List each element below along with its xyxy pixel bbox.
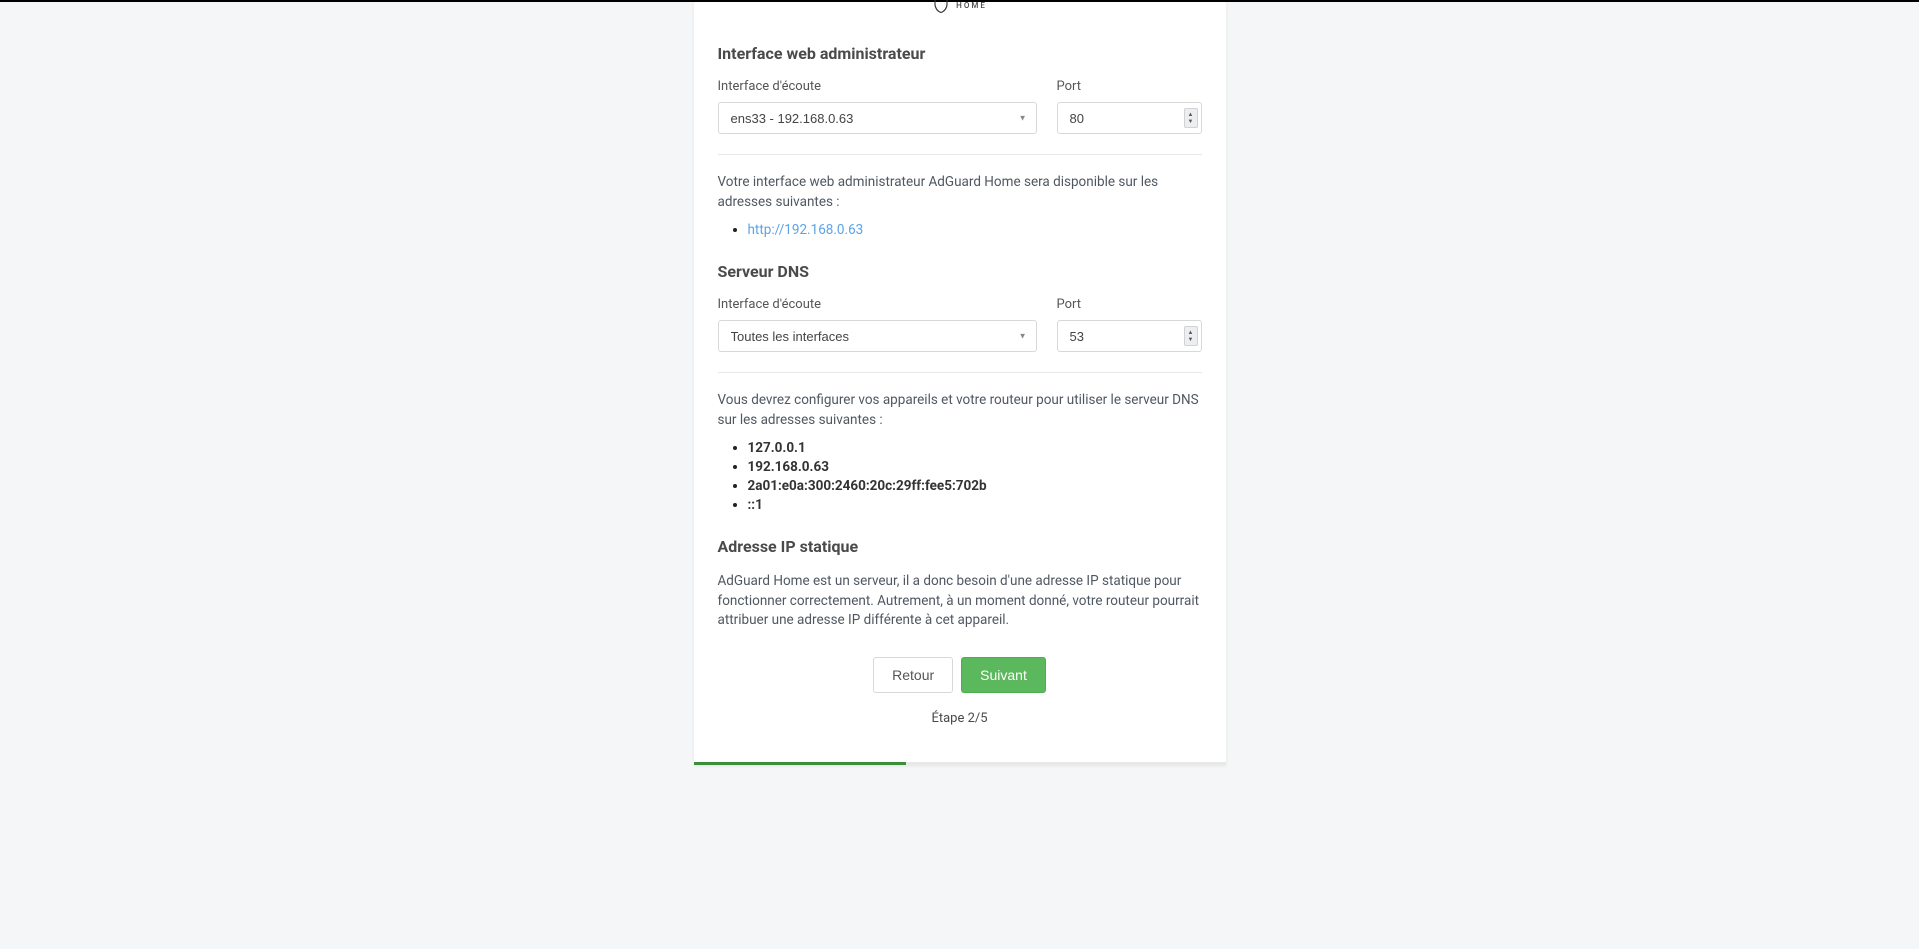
web-address-link[interactable]: http://192.168.0.63 <box>748 222 864 238</box>
web-interface-select[interactable] <box>718 102 1037 134</box>
dns-interface-label: Interface d'écoute <box>718 297 1037 312</box>
dns-port-label: Port <box>1057 297 1202 312</box>
logo: HOME <box>932 2 987 14</box>
web-port-input[interactable] <box>1057 102 1202 134</box>
web-info-text: Votre interface web administrateur AdGua… <box>718 173 1202 212</box>
logo-text: HOME <box>956 2 987 11</box>
button-row: Retour Suivant <box>718 657 1202 693</box>
logo-area: HOME <box>694 2 1226 26</box>
web-address-list: http://192.168.0.63 <box>718 222 1202 238</box>
list-item: 127.0.0.1 <box>748 440 1202 456</box>
list-item: 2a01:e0a:300:2460:20c:29ff:fee5:702b <box>748 478 1202 494</box>
dns-address: ::1 <box>748 497 763 513</box>
divider <box>718 154 1202 155</box>
progress-fill <box>694 762 907 765</box>
list-item: http://192.168.0.63 <box>748 222 1202 238</box>
dns-interface-select[interactable] <box>718 320 1037 352</box>
web-interface-label: Interface d'écoute <box>718 79 1037 94</box>
web-interface-heading: Interface web administrateur <box>718 44 1202 63</box>
next-button[interactable]: Suivant <box>961 657 1046 693</box>
shield-icon <box>932 0 950 14</box>
dns-address: 127.0.0.1 <box>748 440 806 456</box>
static-ip-text: AdGuard Home est un serveur, il a donc b… <box>718 572 1202 631</box>
dns-address: 2a01:e0a:300:2460:20c:29ff:fee5:702b <box>748 478 987 494</box>
step-indicator: Étape 2/5 <box>718 711 1202 746</box>
list-item: ::1 <box>748 497 1202 513</box>
web-port-label: Port <box>1057 79 1202 94</box>
dns-address: 192.168.0.63 <box>748 459 829 475</box>
dns-address-list: 127.0.0.1 192.168.0.63 2a01:e0a:300:2460… <box>718 440 1202 513</box>
dns-info-text: Vous devrez configurer vos appareils et … <box>718 391 1202 430</box>
back-button[interactable]: Retour <box>873 657 953 693</box>
list-item: 192.168.0.63 <box>748 459 1202 475</box>
progress-bar <box>694 762 1226 765</box>
dns-port-input[interactable] <box>1057 320 1202 352</box>
dns-server-heading: Serveur DNS <box>718 262 1202 281</box>
divider <box>718 372 1202 373</box>
static-ip-heading: Adresse IP statique <box>718 537 1202 556</box>
setup-card: HOME Interface web administrateur Interf… <box>694 2 1226 765</box>
